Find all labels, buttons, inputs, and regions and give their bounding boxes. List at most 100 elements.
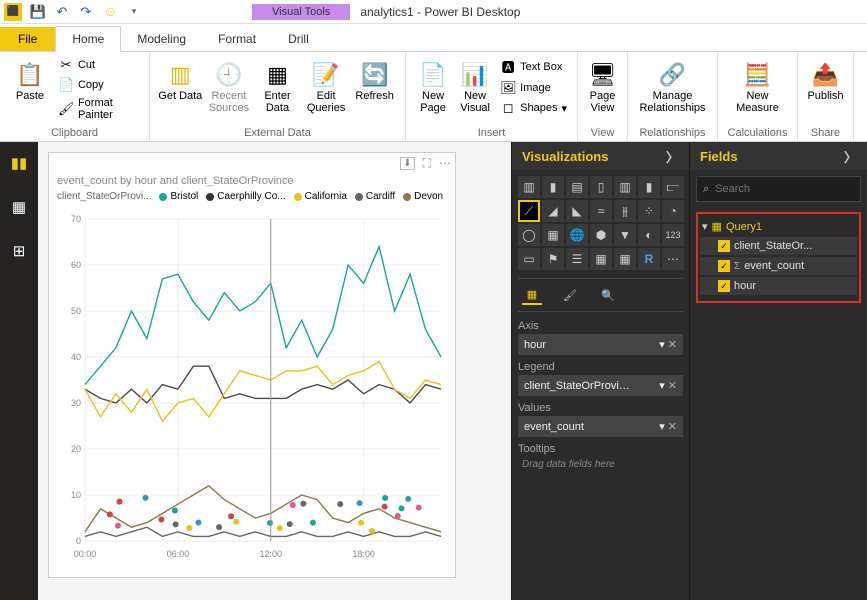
collapse-fields-icon[interactable]: 〉 xyxy=(844,147,857,166)
remove-values-icon[interactable]: ✕ xyxy=(668,421,677,433)
tab-drill[interactable]: Drill xyxy=(272,27,325,51)
save-icon[interactable]: 💾 xyxy=(30,4,46,20)
viz-slicer-icon[interactable]: ☰ xyxy=(566,248,588,270)
viz-matrix-icon[interactable]: ▦ xyxy=(614,248,636,270)
table-node[interactable]: ▾ ▦ Query1 xyxy=(700,218,857,235)
viz-stacked-bar-icon[interactable]: ▥ xyxy=(518,176,540,198)
viz-donut-icon[interactable]: ◯ xyxy=(518,224,540,246)
viz-more-icon[interactable]: ⋯ xyxy=(662,248,684,270)
contextual-tab: Visual Tools xyxy=(252,4,350,20)
field-event-count[interactable]: ✓Σevent_count xyxy=(700,257,857,275)
get-data-button[interactable]: ▥Get Data xyxy=(158,56,203,125)
new-page-button[interactable]: 📄New Page xyxy=(414,56,452,125)
axis-well[interactable]: hour▾ ✕ xyxy=(518,334,683,355)
chart-visual[interactable]: ⬇ ⛶ ⋯ event_count by hour and client_Sta… xyxy=(48,152,456,578)
viz-multi-card-icon[interactable]: ▭ xyxy=(518,248,540,270)
undo-icon[interactable]: ↶ xyxy=(54,4,70,20)
manage-relationships-button[interactable]: 🔗Manage Relationships xyxy=(636,56,709,125)
view-group-label: View xyxy=(586,127,619,139)
remove-axis-icon[interactable]: ✕ xyxy=(668,339,677,351)
refresh-button[interactable]: 🔄Refresh xyxy=(352,56,397,125)
textbox-button[interactable]: 🅰Text Box xyxy=(498,56,569,77)
chart-plot: 70605040302010000:0006:0012:0018:00 xyxy=(57,211,447,565)
calculations-group-label: Calculations xyxy=(726,127,789,139)
legend-well[interactable]: client_StateOrProvince▾ ✕ xyxy=(518,375,683,396)
field-client-state[interactable]: ✓client_StateOr... xyxy=(700,237,857,255)
viz-filled-map-icon[interactable]: ⬢ xyxy=(590,224,612,246)
svg-text:12:00: 12:00 xyxy=(259,549,282,559)
tab-home[interactable]: Home xyxy=(55,26,121,52)
viz-100-column-icon[interactable]: ▮ xyxy=(638,176,660,198)
format-painter-button[interactable]: 🖌Format Painter xyxy=(56,96,141,122)
sigma-icon: Σ xyxy=(734,261,740,272)
collapse-viz-icon[interactable]: 〉 xyxy=(666,147,679,166)
viz-combo-icon[interactable]: ⫍ xyxy=(662,176,684,198)
publish-button[interactable]: 📤Publish xyxy=(806,56,845,125)
viz-funnel-icon[interactable]: ▼ xyxy=(614,224,636,246)
drill-down-icon[interactable]: ⬇ xyxy=(400,157,414,170)
new-visual-button[interactable]: 📊New Visual xyxy=(456,56,494,125)
tab-format[interactable]: Format xyxy=(202,27,272,51)
enter-data-button[interactable]: ▦Enter Data xyxy=(255,56,300,125)
viz-line-chart-icon[interactable]: ⟋ xyxy=(518,200,540,222)
edit-queries-button[interactable]: 📝Edit Queries xyxy=(304,56,349,125)
paste-button[interactable]: 📋Paste xyxy=(8,56,52,125)
remove-legend-icon[interactable]: ✕ xyxy=(668,380,677,392)
viz-map-icon[interactable]: 🌐 xyxy=(566,224,588,246)
fields-search[interactable]: ⌕ xyxy=(696,176,861,202)
viz-area-icon[interactable]: ◢ xyxy=(542,200,564,222)
viz-waterfall-icon[interactable]: ⫵ xyxy=(614,200,636,222)
more-options-icon[interactable]: ⋯ xyxy=(439,156,451,170)
app-icon: ⬛ xyxy=(4,3,22,21)
viz-stacked-area-icon[interactable]: ◣ xyxy=(566,200,588,222)
viz-kpi-icon[interactable]: ⚑ xyxy=(542,248,564,270)
checkbox-icon[interactable]: ✓ xyxy=(718,240,730,252)
fields-mode-icon[interactable]: ▦ xyxy=(522,285,542,305)
smiley-icon[interactable]: ☺ xyxy=(102,4,118,20)
relationships-group-label: Relationships xyxy=(636,127,709,139)
redo-icon[interactable]: ↷ xyxy=(78,4,94,20)
viz-gallery: ▥ ▮ ▤ ▯ ▥ ▮ ⫍ ⟋ ◢ ◣ ≈ ⫵ ⁘ ◔ ◯ ▦ 🌐 ⬢ ▼ ◐ xyxy=(518,176,683,270)
viz-r-icon[interactable]: R xyxy=(638,248,660,270)
new-measure-button[interactable]: 🧮New Measure xyxy=(726,56,789,125)
shapes-button[interactable]: ◻Shapes ▾ xyxy=(498,99,569,117)
analytics-mode-icon[interactable]: 🔍 xyxy=(598,285,618,305)
tooltips-well[interactable]: Drag data fields here xyxy=(518,457,683,472)
focus-mode-icon[interactable]: ⛶ xyxy=(423,156,431,171)
cut-button[interactable]: ✂Cut xyxy=(56,56,141,74)
viz-pie-icon[interactable]: ◔ xyxy=(662,200,684,222)
viz-clustered-bar-icon[interactable]: ▤ xyxy=(566,176,588,198)
clipboard-group-label: Clipboard xyxy=(8,127,141,139)
fields-tree-highlight: ▾ ▦ Query1 ✓client_StateOr... ✓Σevent_co… xyxy=(696,212,861,303)
model-view-icon[interactable]: ⊞ xyxy=(6,238,32,264)
external-data-group-label: External Data xyxy=(158,127,397,139)
qat-dropdown-icon[interactable]: ▾ xyxy=(126,4,142,20)
values-well[interactable]: event_count▾ ✕ xyxy=(518,416,683,437)
table-icon: ▦ xyxy=(712,220,722,233)
report-view-icon[interactable]: ▮▮ xyxy=(6,150,32,176)
viz-scatter-icon[interactable]: ⁘ xyxy=(638,200,660,222)
tab-file[interactable]: File xyxy=(0,27,55,51)
data-view-icon[interactable]: ▦ xyxy=(6,194,32,220)
format-mode-icon[interactable]: 🖌 xyxy=(560,285,580,305)
checkbox-icon[interactable]: ✓ xyxy=(718,260,730,272)
page-view-button[interactable]: 🖥Page View xyxy=(586,56,619,125)
svg-text:60: 60 xyxy=(71,260,81,270)
search-input[interactable] xyxy=(715,183,854,195)
viz-100-bar-icon[interactable]: ▥ xyxy=(614,176,636,198)
viz-ribbon-icon[interactable]: ≈ xyxy=(590,200,612,222)
viz-gauge-icon[interactable]: ◐ xyxy=(638,224,660,246)
viz-clustered-column-icon[interactable]: ▯ xyxy=(590,176,612,198)
viz-treemap-icon[interactable]: ▦ xyxy=(542,224,564,246)
image-button[interactable]: 🖼Image xyxy=(498,79,569,97)
checkbox-icon[interactable]: ✓ xyxy=(718,280,730,292)
field-hour[interactable]: ✓hour xyxy=(700,277,857,295)
recent-sources-button[interactable]: 🕘Recent Sources xyxy=(207,56,252,125)
search-icon: ⌕ xyxy=(703,183,709,196)
viz-table-icon[interactable]: ▦ xyxy=(590,248,612,270)
viz-stacked-column-icon[interactable]: ▮ xyxy=(542,176,564,198)
expand-icon[interactable]: ▾ xyxy=(702,220,708,233)
viz-card-icon[interactable]: 123 xyxy=(662,224,684,246)
tab-modeling[interactable]: Modeling xyxy=(121,27,202,51)
copy-button[interactable]: 📄Copy xyxy=(56,76,141,94)
